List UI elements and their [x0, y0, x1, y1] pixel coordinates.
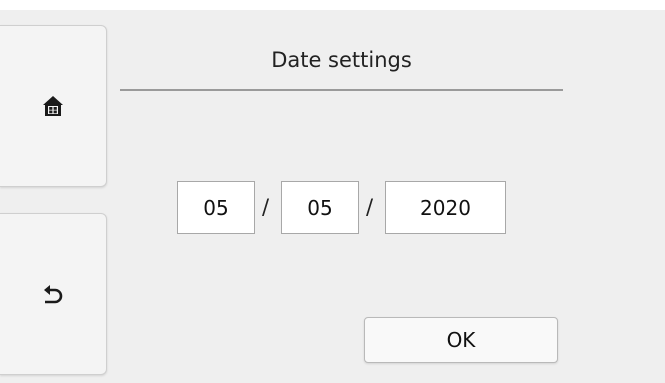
title-divider	[120, 89, 563, 91]
date-separator: /	[262, 195, 270, 219]
home-button[interactable]	[0, 25, 107, 187]
page-title: Date settings	[271, 48, 412, 72]
printer-panel-screen: Date settings 05 / 05 / 2020 OK	[0, 10, 665, 383]
ok-button[interactable]: OK	[364, 317, 558, 363]
month-field[interactable]: 05	[177, 181, 255, 234]
home-icon	[41, 94, 65, 118]
back-button[interactable]	[0, 213, 107, 375]
date-separator: /	[366, 195, 374, 219]
year-field[interactable]: 2020	[385, 181, 506, 234]
day-field[interactable]: 05	[281, 181, 359, 234]
back-arrow-icon	[42, 284, 64, 304]
